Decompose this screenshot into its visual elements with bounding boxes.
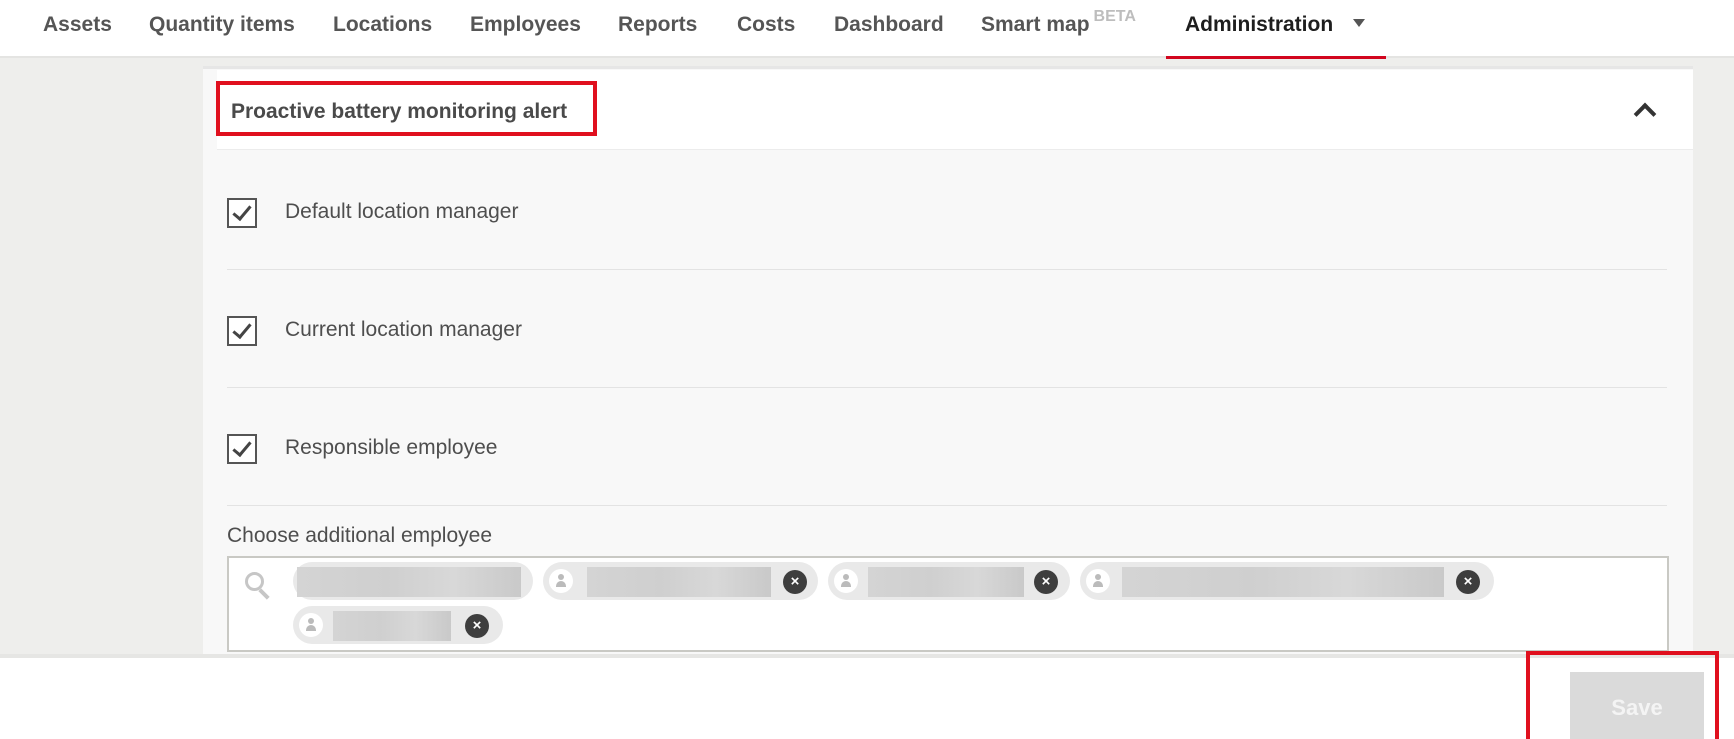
title-highlight-box	[216, 81, 597, 136]
save-highlight-box	[1526, 651, 1719, 739]
employee-chip-name	[1122, 567, 1444, 597]
employee-chip-name	[868, 567, 1024, 597]
person-icon	[1086, 569, 1110, 593]
alert-settings-panel: Proactive battery monitoring alert Defau…	[203, 66, 1693, 654]
checkbox-label: Responsible employee	[285, 436, 498, 459]
employee-chip[interactable]: ×	[1080, 562, 1494, 600]
person-icon	[549, 569, 573, 593]
active-tab-indicator	[1166, 56, 1386, 59]
checkmark-icon	[232, 436, 252, 458]
remove-chip-icon[interactable]: ×	[465, 614, 489, 638]
nav-item-smart-map[interactable]: Smart map BETA	[981, 0, 1136, 58]
checkmark-icon	[232, 318, 252, 340]
remove-chip-icon[interactable]: ×	[1034, 570, 1058, 594]
remove-chip-icon[interactable]: ×	[783, 570, 807, 594]
beta-badge: BETA	[1093, 8, 1136, 25]
employee-chip-name	[587, 567, 771, 597]
default-location-manager-checkbox[interactable]	[227, 198, 257, 228]
checkbox-label: Default location manager	[285, 200, 519, 223]
nav-item-locations[interactable]: Locations	[333, 0, 432, 58]
employee-chip-name	[297, 567, 521, 597]
footer-bar: Save	[0, 654, 1734, 739]
nav-item-administration-label: Administration	[1185, 13, 1334, 36]
nav-item-costs[interactable]: Costs	[737, 0, 795, 58]
employee-chip[interactable]: ×	[828, 562, 1070, 600]
nav-item-employees[interactable]: Employees	[470, 0, 581, 58]
top-navigation: Assets Quantity items Locations Employee…	[0, 0, 1734, 59]
checkbox-row-current-location-manager: Current location manager	[227, 270, 1667, 388]
remove-chip-icon[interactable]: ×	[1456, 570, 1480, 594]
checkbox-row-responsible-employee: Responsible employee	[227, 388, 1667, 506]
collapse-button[interactable]	[1633, 102, 1657, 126]
nav-item-administration[interactable]: Administration	[1185, 0, 1366, 58]
checkbox-row-default-location-manager: Default location manager	[227, 152, 1667, 270]
person-icon	[834, 569, 858, 593]
employee-chip[interactable]: ×	[543, 562, 818, 600]
chevron-up-icon	[1633, 102, 1657, 126]
current-location-manager-checkbox[interactable]	[227, 316, 257, 346]
checkmark-icon	[232, 200, 252, 222]
nav-item-assets[interactable]: Assets	[43, 0, 112, 58]
checkbox-label: Current location manager	[285, 318, 522, 341]
employee-chip[interactable]: ×	[293, 606, 503, 644]
nav-item-dashboard[interactable]: Dashboard	[834, 0, 944, 58]
caret-down-icon	[1353, 19, 1366, 28]
responsible-employee-checkbox[interactable]	[227, 434, 257, 464]
employee-chip-name	[333, 611, 451, 641]
nav-item-smart-map-label: Smart map	[981, 13, 1090, 36]
additional-employee-picker[interactable]: × × × ×	[227, 556, 1669, 652]
additional-employee-label: Choose additional employee	[227, 524, 493, 547]
employee-chip[interactable]	[293, 562, 533, 600]
person-icon	[299, 613, 323, 637]
nav-item-quantity-items[interactable]: Quantity items	[149, 0, 295, 58]
nav-item-reports[interactable]: Reports	[618, 0, 697, 58]
search-icon	[245, 572, 273, 600]
